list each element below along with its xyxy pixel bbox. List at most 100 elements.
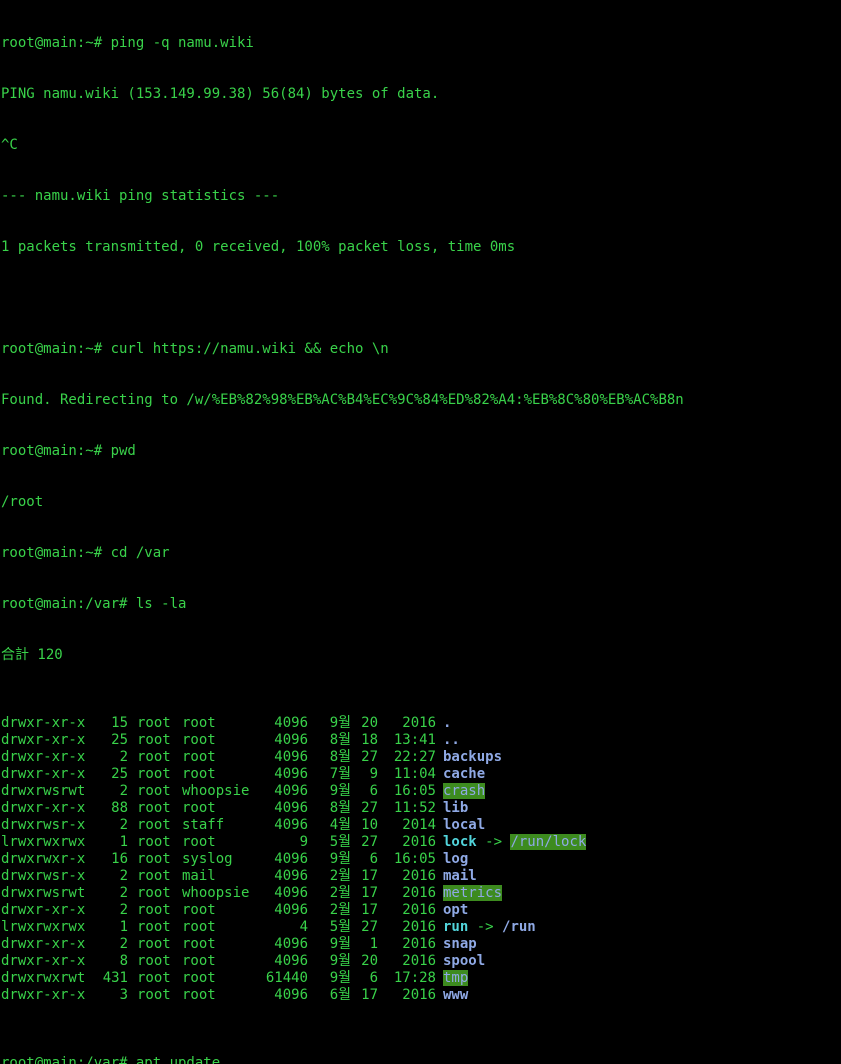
listing-name-cell: run -> /run bbox=[443, 919, 536, 936]
listing-time: 2016 bbox=[402, 953, 436, 969]
listing-row: drwxrwsrwt 2 root whoopsie 4096 9월 6 16:05 crash bbox=[1, 783, 841, 800]
listing-day: 10 bbox=[361, 817, 378, 833]
listing-month: 9월 bbox=[329, 953, 351, 969]
listing-perm: drwxrwsrwt bbox=[1, 783, 86, 799]
listing-day: 18 bbox=[361, 732, 378, 748]
listing-name-cell: metrics bbox=[443, 885, 503, 902]
listing-group: root bbox=[182, 800, 216, 816]
listing-time: 2016 bbox=[402, 902, 436, 918]
line-5: 1 packets transmitted, 0 received, 100% … bbox=[1, 239, 516, 255]
listing-day: 17 bbox=[361, 902, 378, 918]
listing-group: root bbox=[182, 766, 216, 782]
listing-row: drwxrwxrwt 431 root root 61440 9월 6 17:28 tmp bbox=[1, 970, 841, 987]
listing-time: 11:52 bbox=[393, 800, 436, 816]
listing-day: 17 bbox=[361, 868, 378, 884]
listing-name: lock bbox=[443, 834, 477, 850]
listing-owner: root bbox=[137, 885, 171, 901]
listing-size: 4096 bbox=[274, 885, 308, 901]
line-10: /root bbox=[1, 494, 44, 510]
listing-perm: drwxr-xr-x bbox=[1, 936, 86, 952]
listing-group: root bbox=[182, 902, 216, 918]
listing-row: drwxrwsrwt 2 root whoopsie 4096 2월 17 2016 metri… bbox=[1, 885, 841, 902]
listing-size: 4096 bbox=[274, 817, 308, 833]
listing-size: 61440 bbox=[265, 970, 308, 986]
listing-links: 2 bbox=[119, 783, 128, 799]
listing-day: 27 bbox=[361, 919, 378, 935]
listing-day: 6 bbox=[369, 970, 378, 986]
listing-group: whoopsie bbox=[182, 885, 250, 901]
listing-group: root bbox=[182, 970, 216, 986]
listing-time: 11:04 bbox=[393, 766, 436, 782]
listing-name: mail bbox=[443, 868, 477, 884]
listing-owner: root bbox=[137, 715, 171, 731]
listing-perm: drwxr-xr-x bbox=[1, 749, 86, 765]
listing-owner: root bbox=[137, 936, 171, 952]
listing-name: tmp bbox=[443, 970, 469, 986]
listing-name: local bbox=[443, 817, 486, 833]
listing-links: 25 bbox=[111, 766, 128, 782]
listing-perm: drwxrwsr-x bbox=[1, 817, 86, 833]
line-9: root@main:~# pwd bbox=[1, 443, 136, 459]
listing-name-cell: lock -> /run/lock bbox=[443, 834, 587, 851]
listing-group: root bbox=[182, 953, 216, 969]
listing-time: 17:28 bbox=[393, 970, 436, 986]
listing-size: 4096 bbox=[274, 902, 308, 918]
listing-group: root bbox=[182, 715, 216, 731]
listing-perm: drwxr-xr-x bbox=[1, 987, 86, 1003]
listing-group: root bbox=[182, 936, 216, 952]
listing-row: drwxr-xr-x 3 root root 4096 6월 17 2016 www bbox=[1, 987, 841, 1004]
listing-owner: root bbox=[137, 800, 171, 816]
listing-perm: drwxr-xr-x bbox=[1, 953, 86, 969]
listing-day: 17 bbox=[361, 987, 378, 1003]
listing-size: 4096 bbox=[274, 953, 308, 969]
listing-perm: drwxr-xr-x bbox=[1, 732, 86, 748]
symlink-target: /run bbox=[502, 919, 536, 935]
listing-links: 2 bbox=[119, 936, 128, 952]
line-11: root@main:~# cd /var bbox=[1, 545, 170, 561]
listing-group: root bbox=[182, 749, 216, 765]
symlink-arrow: -> bbox=[476, 834, 511, 850]
symlink-arrow: -> bbox=[468, 919, 503, 935]
listing-name-cell: spool bbox=[443, 953, 485, 970]
listing-links: 88 bbox=[111, 800, 128, 816]
listing-size: 4096 bbox=[274, 800, 308, 816]
listing-month: 9월 bbox=[329, 936, 351, 952]
listing-row: drwxrwxr-x 16 root syslog 4096 9월 6 16:05 log bbox=[1, 851, 841, 868]
listing-name-cell: mail bbox=[443, 868, 477, 885]
listing-day: 20 bbox=[361, 715, 378, 731]
listing-row: drwxr-xr-x 2 root root 4096 8월 27 22:27 backups bbox=[1, 749, 841, 766]
listing-group: root bbox=[182, 834, 216, 850]
listing-size: 4096 bbox=[274, 936, 308, 952]
listing-row: drwxr-xr-x 2 root root 4096 9월 1 2016 snap bbox=[1, 936, 841, 953]
listing-name-cell: cache bbox=[443, 766, 485, 783]
line-1: root@main:~# ping -q namu.wiki bbox=[1, 35, 254, 51]
listing-time: 2016 bbox=[402, 885, 436, 901]
listing-owner: root bbox=[137, 851, 171, 867]
terminal-window[interactable]: root@main:~# ping -q namu.wiki PING namu… bbox=[0, 0, 841, 1064]
listing-time: 22:27 bbox=[393, 749, 436, 765]
listing-group: mail bbox=[182, 868, 216, 884]
command-prompt-line[interactable]: root@main:/var# apt update bbox=[1, 1055, 841, 1064]
listing-name-cell: log bbox=[443, 851, 468, 868]
listing-row: drwxr-xr-x 8 root root 4096 9월 20 2016 spool bbox=[1, 953, 841, 970]
listing-day: 17 bbox=[361, 885, 378, 901]
listing-name-cell: . bbox=[443, 715, 451, 732]
line-7: root@main:~# curl https://namu.wiki && e… bbox=[1, 341, 389, 357]
listing-links: 2 bbox=[119, 902, 128, 918]
listing-perm: drwxrwxr-x bbox=[1, 851, 86, 867]
listing-links: 431 bbox=[102, 970, 128, 986]
listing-time: 2016 bbox=[402, 834, 436, 850]
listing-name: crash bbox=[443, 783, 486, 799]
listing-month: 8월 bbox=[329, 749, 351, 765]
listing-owner: root bbox=[137, 766, 171, 782]
listing-links: 1 bbox=[119, 919, 128, 935]
listing-month: 2월 bbox=[329, 902, 351, 918]
listing-links: 3 bbox=[119, 987, 128, 1003]
listing-time: 2016 bbox=[402, 868, 436, 884]
listing-time: 13:41 bbox=[393, 732, 436, 748]
line-8: Found. Redirecting to /w/%EB%82%98%EB%AC… bbox=[1, 392, 684, 408]
listing-group: whoopsie bbox=[182, 783, 250, 799]
listing-day: 27 bbox=[361, 749, 378, 765]
listing-month: 5월 bbox=[329, 834, 351, 850]
listing-time: 16:05 bbox=[393, 851, 436, 867]
